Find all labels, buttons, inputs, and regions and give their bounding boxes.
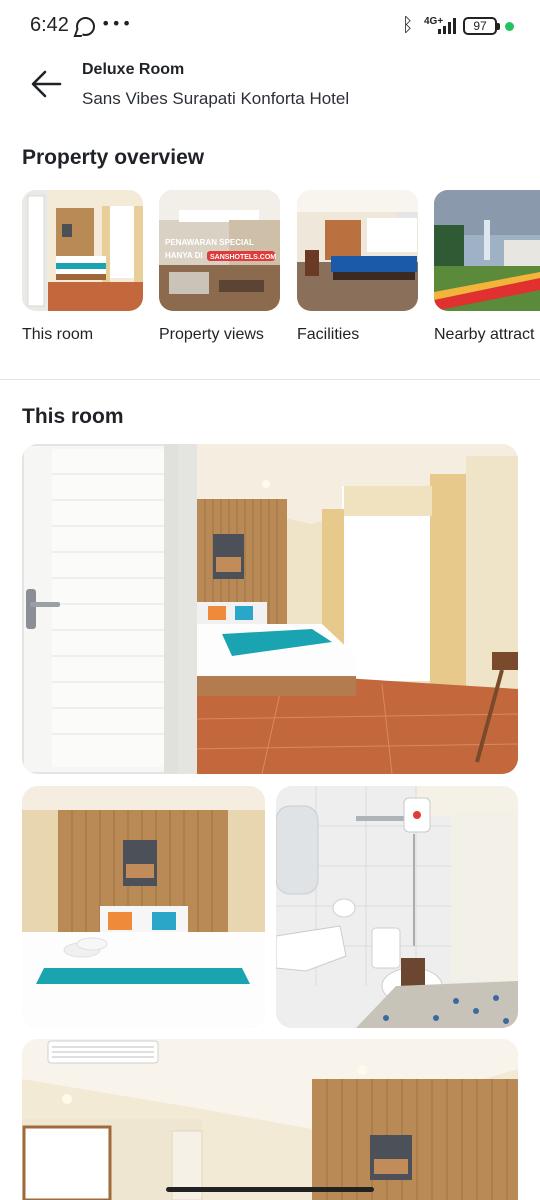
room-title: Deluxe Room xyxy=(82,61,185,78)
overview-label: Property views xyxy=(159,326,264,343)
battery-icon: 97 xyxy=(463,17,500,35)
overlay-text-line2: HANYA DI xyxy=(165,251,203,260)
overview-card-facilities[interactable]: Facilities xyxy=(297,190,419,343)
bluetooth-icon: ᛒ xyxy=(402,14,414,36)
this-room-title: This room xyxy=(22,405,124,428)
overlay-text-line1: PENAWARAN SPECIAL xyxy=(165,238,254,247)
overview-card-property-views[interactable]: PENAWARAN SPECIAL HANYA DI SANSHOTELS.CO… xyxy=(159,190,281,343)
notification-dot-icon xyxy=(505,22,514,31)
room-photo-bedroom[interactable] xyxy=(22,786,265,1028)
signal-icon xyxy=(438,18,458,34)
more-dots-icon: ••• xyxy=(101,14,133,33)
whatsapp-icon xyxy=(76,17,95,36)
section-divider xyxy=(0,379,540,380)
overview-card-nearby-attractions[interactable]: Nearby attract xyxy=(434,190,540,343)
room-photo-third[interactable] xyxy=(22,1039,518,1200)
hotel-name: Sans Vibes Surapati Konforta Hotel xyxy=(82,89,350,108)
overview-thumb-this-room xyxy=(22,190,143,311)
home-indicator[interactable] xyxy=(166,1187,374,1192)
status-time: 6:42 xyxy=(30,14,69,36)
sanshotels-badge: SANSHOTELS.COM xyxy=(210,254,276,261)
property-overview-title: Property overview xyxy=(22,146,205,169)
overview-thumb-facilities xyxy=(297,190,418,311)
overview-thumb-property-views: PENAWARAN SPECIAL HANYA DI SANSHOTELS.CO… xyxy=(159,190,280,311)
status-bar: 6:42 ••• ᛒ 4G+ 97 xyxy=(0,0,540,54)
overview-label: Facilities xyxy=(297,326,360,343)
overview-label: Nearby attract xyxy=(434,326,535,343)
room-photo-bathroom[interactable] xyxy=(276,786,518,1028)
back-arrow-icon[interactable] xyxy=(30,68,62,100)
overview-card-this-room[interactable]: This room xyxy=(22,190,144,343)
overview-thumb-nearby-attractions xyxy=(434,190,540,311)
room-photo-main[interactable] xyxy=(22,444,518,774)
overview-label: This room xyxy=(22,326,94,343)
